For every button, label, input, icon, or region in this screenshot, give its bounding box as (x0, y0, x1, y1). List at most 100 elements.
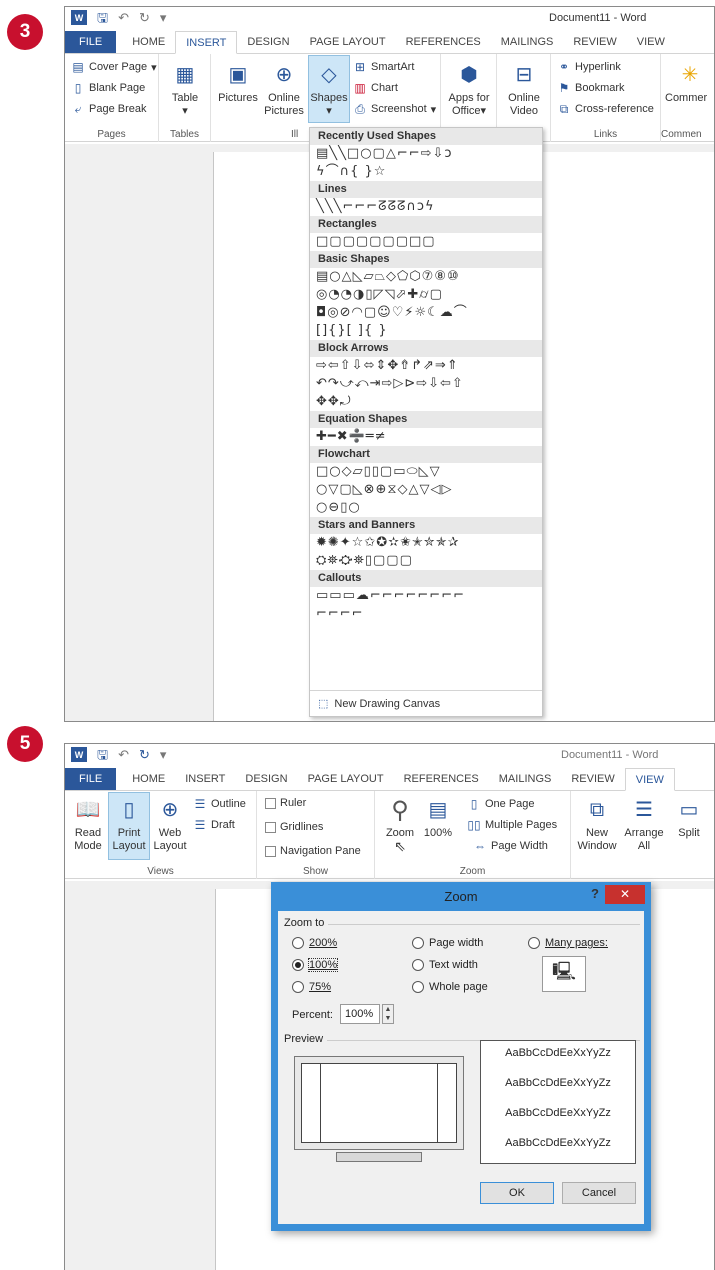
new-window-button[interactable]: ⧉ New Window (575, 795, 619, 853)
shapes-button[interactable]: ◇ Shapes ▾ (308, 55, 350, 123)
tab-home[interactable]: HOME (122, 768, 175, 790)
radio-whole-page[interactable]: Whole page (412, 981, 488, 993)
gallery-shape-row[interactable]: ◎◔◔◑▯◸◹⬀✚⌭▢ (310, 286, 542, 304)
tab-insert[interactable]: INSERT (175, 768, 235, 790)
radio-text-width[interactable]: Text width (412, 959, 478, 971)
tab-insert[interactable]: INSERT (175, 31, 238, 54)
draft-button[interactable]: ☰ Draft (193, 818, 235, 832)
radio-text-width-circle[interactable] (412, 959, 424, 971)
gallery-shape-row[interactable]: ⇨⇦⇧⇩⬄⇕✥⇮↱⇗⇒⇑ (310, 357, 542, 375)
tab-review[interactable]: REVIEW (563, 31, 626, 53)
save-icon[interactable]: 🖫 (97, 747, 108, 762)
cover-page-button[interactable]: ▤ Cover Page ▾ (71, 60, 156, 74)
gallery-shape-row[interactable]: ✥✥⤾ (310, 393, 542, 411)
online-video-button[interactable]: ⊟ Online Video (503, 60, 545, 118)
tab-references[interactable]: REFERENCES (394, 768, 489, 790)
gallery-shape-row[interactable]: ◘◎⊘◠▢☺♡⚡☼☾☁⌒ (310, 304, 542, 322)
undo-icon[interactable]: ↶ (118, 747, 129, 762)
pictures-button[interactable]: ▣ Pictures (215, 60, 261, 105)
tab-file[interactable]: FILE (65, 768, 117, 790)
percent-input[interactable]: 100% (340, 1004, 380, 1024)
tab-mailings[interactable]: MAILINGS (491, 31, 564, 53)
tab-view[interactable]: VIEW (627, 31, 675, 53)
split-button[interactable]: ▭ Split (669, 795, 709, 840)
one-page-button[interactable]: ▯ One Page (467, 797, 535, 811)
save-icon[interactable]: 🖫 (97, 10, 108, 25)
tab-review[interactable]: REVIEW (561, 768, 624, 790)
screenshot-button[interactable]: ⎙ Screenshot ▾ (353, 102, 436, 116)
tab-page-layout[interactable]: PAGE LAYOUT (298, 768, 394, 790)
table-button[interactable]: ▦ Table ▾ (167, 60, 203, 118)
chart-button[interactable]: ▥ Chart (353, 81, 398, 95)
radio-100-circle[interactable] (292, 959, 304, 971)
gallery-shape-row[interactable]: ○▽▢◺⊗⊕⧖◇△▽◁▷ (310, 481, 542, 499)
blank-page-button[interactable]: ▯ Blank Page (71, 81, 146, 95)
radio-many-pages[interactable]: Many pages: (528, 937, 608, 949)
many-pages-monitor-icon[interactable]: 🖳 (542, 956, 586, 992)
radio-whole-page-circle[interactable] (412, 981, 424, 993)
smartart-button[interactable]: ⊞ SmartArt (353, 60, 414, 74)
gallery-shape-row[interactable]: ⛭⛯⛮⛯▯▢▢▢ (310, 552, 542, 570)
gallery-shape-row[interactable]: ⌐⌐⌐⌐ (310, 605, 542, 623)
zoom-button[interactable]: ⚲ Zoom ⇖ (383, 795, 417, 853)
navigation-pane-checkbox-box[interactable] (265, 845, 276, 857)
navigation-pane-checkbox[interactable]: Navigation Pane (265, 845, 361, 857)
customize-qat-icon[interactable]: ▾ (160, 747, 167, 762)
bookmark-button[interactable]: ⚑ Bookmark (557, 81, 625, 95)
zoom-100-button[interactable]: ▤ 100% (421, 795, 455, 840)
gallery-shape-row[interactable]: ╲╲╲⌐⌐⌐ᘔᘔᘔ∩ↄϟ (310, 198, 542, 216)
gridlines-checkbox[interactable]: Gridlines (265, 821, 323, 833)
undo-icon[interactable]: ↶ (118, 10, 129, 25)
tab-file[interactable]: FILE (65, 31, 117, 53)
cross-reference-button[interactable]: ⧉ Cross-reference (557, 102, 654, 116)
page-break-button[interactable]: ⤶ Page Break (71, 102, 147, 116)
radio-page-width-circle[interactable] (412, 937, 424, 949)
gallery-shape-row[interactable]: □○◇▱▯▯▢▭⬭◺▽ (310, 463, 542, 481)
radio-75-circle[interactable] (292, 981, 304, 993)
radio-75[interactable]: 75% (292, 981, 331, 993)
redo-icon[interactable]: ↻ (139, 747, 150, 762)
gallery-shape-row[interactable]: ✹✺✦☆✩✪✫✬✭✮✯✰ (310, 534, 542, 552)
hyperlink-button[interactable]: ⚭ Hyperlink (557, 60, 621, 74)
ok-button[interactable]: OK (480, 1182, 554, 1204)
ruler-checkbox[interactable]: Ruler (265, 797, 306, 809)
cancel-button[interactable]: Cancel (562, 1182, 636, 1204)
read-mode-button[interactable]: 📖 Read Mode (69, 795, 107, 853)
print-layout-button[interactable]: ▯ Print Layout (108, 792, 150, 860)
radio-many-pages-circle[interactable] (528, 937, 540, 949)
customize-qat-icon[interactable]: ▾ (160, 10, 167, 25)
radio-page-width[interactable]: Page width (412, 937, 483, 949)
gallery-shape-row[interactable]: ▤╲╲□○▢△⌐⌐⇨⇩ↄ (310, 145, 542, 163)
tab-home[interactable]: HOME (122, 31, 175, 53)
gallery-shape-row[interactable]: ▭▭▭☁⌐⌐⌐⌐⌐⌐⌐⌐ (310, 587, 542, 605)
outline-button[interactable]: ☰ Outline (193, 797, 246, 811)
gridlines-checkbox-box[interactable] (265, 821, 276, 833)
gallery-shape-row[interactable]: ↶↷⤻⤺⇥⇨▷⊳⇨⇩⇦⇧ (310, 375, 542, 393)
help-icon[interactable]: ? (591, 886, 599, 901)
gallery-shape-row[interactable]: ϟ⌒∩{ }☆ (310, 163, 542, 181)
ruler-checkbox-box[interactable] (265, 797, 276, 809)
online-pictures-button[interactable]: ⊕ Online Pictures (261, 60, 307, 118)
redo-icon[interactable]: ↻ (139, 10, 150, 25)
arrange-all-button[interactable]: ☰ Arrange All (621, 795, 667, 853)
comment-button[interactable]: ✳ Commer (665, 60, 714, 105)
gallery-shape-row[interactable]: □▢▢▢▢▢▢□▢ (310, 233, 542, 251)
gallery-shape-row[interactable]: ▤○△◺▱⏢◇⬠⬡⑦⑧⑩ (310, 268, 542, 286)
gallery-shape-row[interactable]: ✚━✖➗═≠ (310, 428, 542, 446)
radio-100[interactable]: 100% (292, 958, 339, 972)
tab-view[interactable]: VIEW (624, 768, 675, 791)
radio-200[interactable]: 200% (292, 937, 337, 949)
multiple-pages-button[interactable]: ▯▯ Multiple Pages (467, 818, 557, 832)
tab-mailings[interactable]: MAILINGS (489, 768, 562, 790)
gallery-shape-row[interactable]: ○⊖▯○ (310, 499, 542, 517)
apps-for-office-button[interactable]: ⬢ Apps for Office▾ (445, 60, 493, 118)
close-icon[interactable]: ✕ (605, 885, 645, 904)
percent-spinner[interactable]: ▲ ▼ (382, 1004, 394, 1024)
tab-page-layout[interactable]: PAGE LAYOUT (300, 31, 396, 53)
tab-references[interactable]: REFERENCES (396, 31, 491, 53)
page-width-button[interactable]: ⇔ Page Width (473, 839, 548, 853)
tab-design[interactable]: DESIGN (235, 768, 297, 790)
tab-design[interactable]: DESIGN (237, 31, 299, 53)
radio-200-circle[interactable] (292, 937, 304, 949)
gallery-shape-row[interactable]: []{}[ ]{ } (310, 322, 542, 340)
